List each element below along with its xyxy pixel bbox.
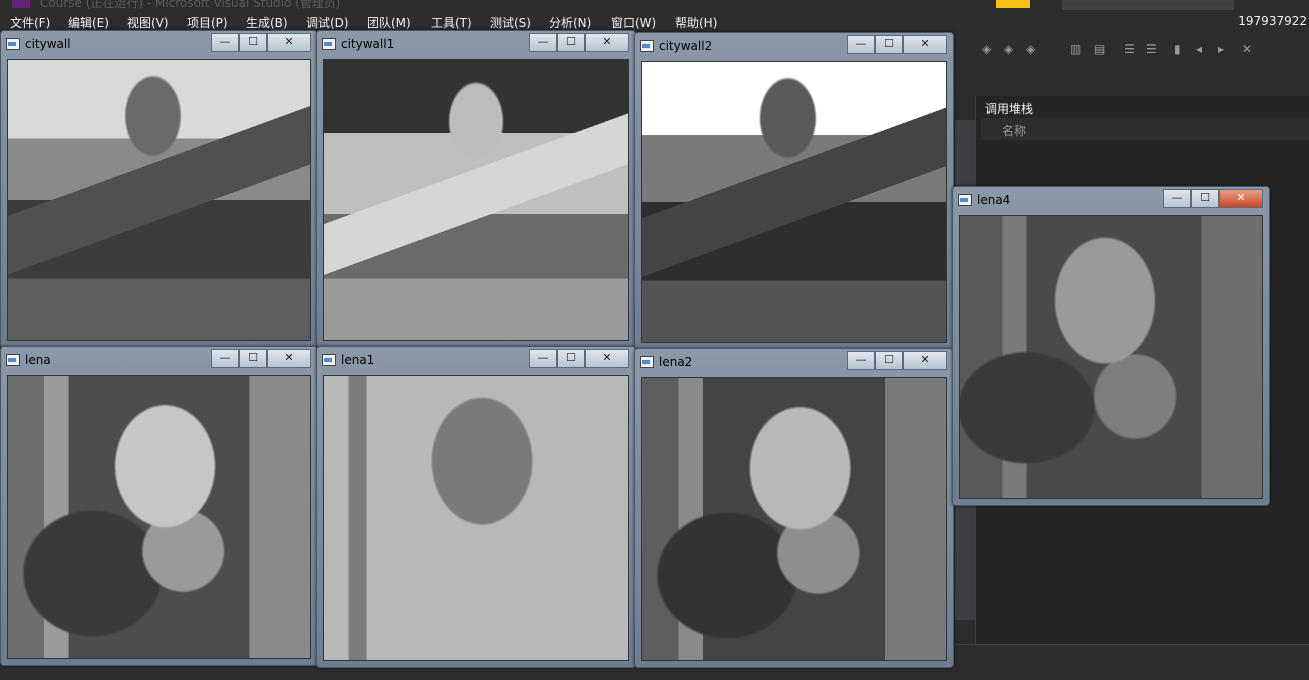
window-citywall2[interactable]: citywall2 — ☐ ✕ <box>634 32 954 350</box>
toolbar-thread-icon[interactable]: ▥ <box>1070 42 1081 56</box>
window-app-icon <box>640 40 654 52</box>
image-great-wall-threshold-light <box>641 61 947 343</box>
window-app-icon <box>958 194 972 206</box>
menu-test[interactable]: 测试(S) <box>490 14 531 31</box>
quick-launch-input[interactable] <box>1062 0 1234 10</box>
minimize-button[interactable]: — <box>211 33 239 52</box>
window-lena2[interactable]: lena2 — ☐ ✕ <box>634 348 954 668</box>
maximize-button[interactable]: ☐ <box>557 33 585 52</box>
notification-flag-icon[interactable] <box>996 0 1030 8</box>
menu-view[interactable]: 视图(V) <box>127 14 169 31</box>
menu-help[interactable]: 帮助(H) <box>675 14 717 31</box>
window-title: lena1 <box>341 353 375 367</box>
menu-file[interactable]: 文件(F) <box>10 14 50 31</box>
toolbar-stack-icon[interactable]: ▤ <box>1094 42 1105 56</box>
image-lena-low-contrast <box>959 215 1263 499</box>
menu-window[interactable]: 窗口(W) <box>611 14 656 31</box>
image-great-wall <box>7 59 311 341</box>
close-button[interactable]: ✕ <box>1219 189 1263 208</box>
window-titlebar[interactable]: lena1 — ☐ ✕ <box>317 347 635 373</box>
user-account[interactable]: 197937922 <box>1238 14 1307 28</box>
close-button[interactable]: ✕ <box>903 35 947 54</box>
window-title: citywall <box>25 37 71 51</box>
window-title: citywall2 <box>659 39 713 53</box>
menu-build[interactable]: 生成(B) <box>246 14 288 31</box>
close-button[interactable]: ✕ <box>903 351 947 370</box>
menu-analyze[interactable]: 分析(N) <box>549 14 591 31</box>
window-lena1[interactable]: lena1 — ☐ ✕ <box>316 346 636 668</box>
window-lena4[interactable]: lena4 — ☐ ✕ <box>952 186 1270 506</box>
close-button[interactable]: ✕ <box>585 349 629 368</box>
column-name-header[interactable]: 名称 <box>1002 122 1026 139</box>
window-title: lena <box>25 353 51 367</box>
minimize-button[interactable]: — <box>847 35 875 54</box>
maximize-button[interactable]: ☐ <box>875 351 903 370</box>
menu-edit[interactable]: 编辑(E) <box>68 14 109 31</box>
minimize-button[interactable]: — <box>529 349 557 368</box>
toolbar-indent-icon[interactable]: ☰ <box>1124 42 1135 56</box>
vs-logo-icon <box>12 0 30 8</box>
minimize-button[interactable]: — <box>1163 189 1191 208</box>
close-button[interactable]: ✕ <box>267 33 311 52</box>
window-citywall[interactable]: citywall — ☐ ✕ <box>0 30 318 348</box>
menu-team[interactable]: 团队(M) <box>367 14 411 31</box>
window-app-icon <box>6 354 20 366</box>
bookmark-prev-icon[interactable]: ◂ <box>1196 42 1202 56</box>
vs-window-title: Course (正在运行) - Microsoft Visual Studio … <box>40 0 341 10</box>
maximize-button[interactable]: ☐ <box>1191 189 1219 208</box>
window-title: lena4 <box>977 193 1011 207</box>
image-lena-two-level <box>323 375 629 661</box>
bookmark-clear-icon[interactable]: ✕ <box>1242 42 1252 56</box>
window-lena[interactable]: lena — ☐ ✕ <box>0 346 318 666</box>
window-titlebar[interactable]: lena4 — ☐ ✕ <box>953 187 1269 213</box>
window-titlebar[interactable]: lena — ☐ ✕ <box>1 347 317 373</box>
close-button[interactable]: ✕ <box>267 349 311 368</box>
window-titlebar[interactable]: lena2 — ☐ ✕ <box>635 349 953 375</box>
window-title: citywall1 <box>341 37 395 51</box>
call-stack-title[interactable]: 调用堆栈 <box>985 100 1033 117</box>
bookmark-next-icon[interactable]: ▸ <box>1218 42 1224 56</box>
minimize-button[interactable]: — <box>847 351 875 370</box>
window-app-icon <box>640 356 654 368</box>
minimize-button[interactable]: — <box>529 33 557 52</box>
call-stack-header <box>981 118 1309 140</box>
vs-title-bar: Course (正在运行) - Microsoft Visual Studio … <box>0 0 1309 12</box>
bookmark-icon[interactable]: ▮ <box>1174 42 1181 56</box>
close-button[interactable]: ✕ <box>585 33 629 52</box>
toolbar-step-out-icon[interactable]: ◈ <box>1026 42 1035 56</box>
toolbar-step-icon[interactable]: ◈ <box>982 42 991 56</box>
toolbar-step-over-icon[interactable]: ◈ <box>1004 42 1013 56</box>
window-citywall1[interactable]: citywall1 — ☐ ✕ <box>316 30 636 348</box>
menu-project[interactable]: 项目(P) <box>187 14 228 31</box>
window-app-icon <box>6 38 20 50</box>
menu-tools[interactable]: 工具(T) <box>431 14 472 31</box>
window-app-icon <box>322 38 336 50</box>
image-lena-dark <box>641 377 947 661</box>
maximize-button[interactable]: ☐ <box>239 349 267 368</box>
window-titlebar[interactable]: citywall2 — ☐ ✕ <box>635 33 953 59</box>
window-app-icon <box>322 354 336 366</box>
maximize-button[interactable]: ☐ <box>875 35 903 54</box>
image-great-wall-threshold <box>323 59 629 341</box>
window-title: lena2 <box>659 355 693 369</box>
window-titlebar[interactable]: citywall — ☐ ✕ <box>1 31 317 57</box>
window-titlebar[interactable]: citywall1 — ☐ ✕ <box>317 31 635 57</box>
menu-debug[interactable]: 调试(D) <box>306 14 349 31</box>
toolbar-outdent-icon[interactable]: ☰ <box>1146 42 1157 56</box>
minimize-button[interactable]: — <box>211 349 239 368</box>
maximize-button[interactable]: ☐ <box>239 33 267 52</box>
image-lena <box>7 375 311 659</box>
maximize-button[interactable]: ☐ <box>557 349 585 368</box>
